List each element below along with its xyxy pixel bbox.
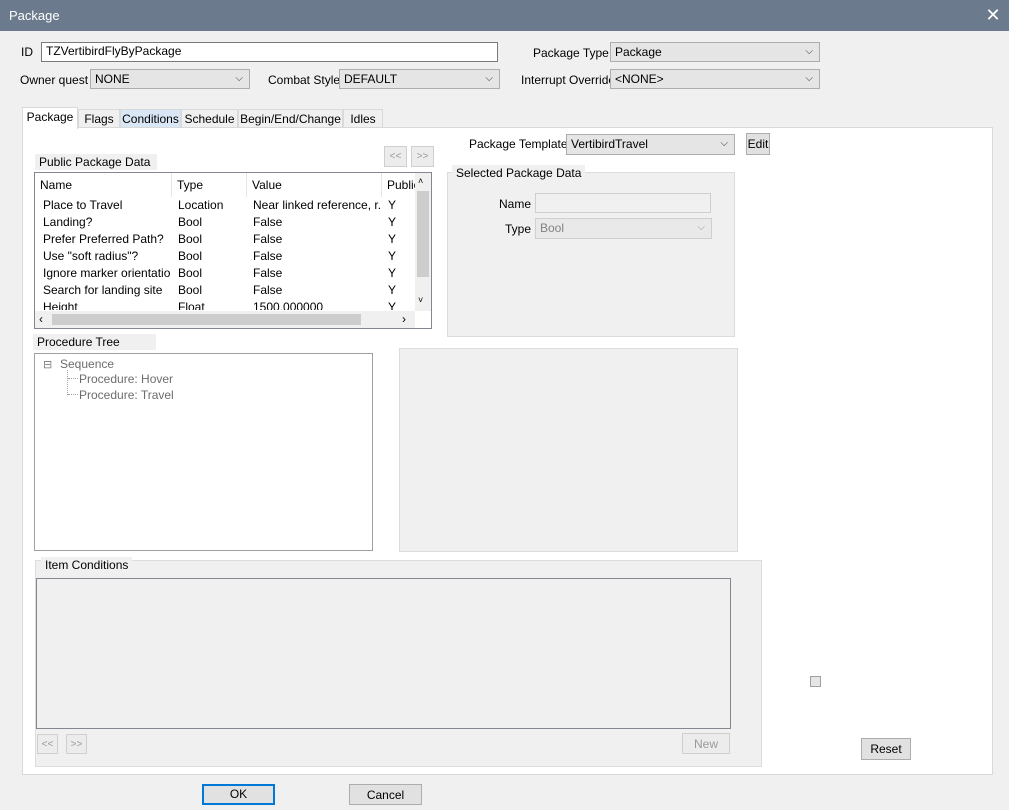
table-row[interactable]: Height Float 1500.000000 Y <box>35 299 415 310</box>
selected-name-label: Name <box>499 197 532 211</box>
interrupt-override-value: <NONE> <box>615 72 664 86</box>
tree-connector <box>67 370 68 395</box>
package-type-value: Package <box>615 45 662 59</box>
table-row[interactable]: Place to Travel Location Near linked ref… <box>35 197 415 214</box>
procedure-tree-title: Procedure Tree <box>33 334 156 350</box>
tab-package[interactable]: Package <box>22 107 78 129</box>
table-row[interactable]: Search for landing site Bool False Y <box>35 282 415 299</box>
public-data-prev-button[interactable]: << <box>384 146 407 167</box>
procedure-tree[interactable]: ⊟ Sequence Procedure: Hover Procedure: T… <box>34 353 373 551</box>
vertical-scrollbar[interactable]: ˄ ˅ <box>415 173 431 311</box>
selected-data-title: Selected Package Data <box>452 165 586 181</box>
scroll-up-icon[interactable]: ˄ <box>418 176 423 186</box>
tab-flags[interactable]: Flags <box>78 109 120 129</box>
id-field[interactable]: TZVertibirdFlyByPackage <box>41 42 498 62</box>
tree-connector <box>68 378 78 379</box>
selected-name-field <box>535 193 711 213</box>
procedure-detail-panel <box>399 348 738 552</box>
scrollbar-thumb[interactable] <box>417 191 429 277</box>
interrupt-override-label: Interrupt Override <box>521 73 616 87</box>
tree-connector <box>68 394 78 395</box>
checkbox[interactable] <box>810 676 821 687</box>
tree-node-travel[interactable]: Procedure: Travel <box>79 387 174 403</box>
selected-type-label: Type <box>505 222 532 236</box>
table-row[interactable]: Ignore marker orientation? Bool False Y <box>35 265 415 282</box>
package-template-label: Package Template <box>469 137 568 151</box>
column-header-public[interactable]: Public <box>382 173 416 197</box>
column-header-type[interactable]: Type <box>172 173 247 197</box>
chevron-down-icon: ⌵ <box>805 73 813 84</box>
owner-quest-select[interactable]: NONE ⌵ <box>90 69 250 89</box>
scrollbar-thumb[interactable] <box>52 314 361 325</box>
window-title: Package <box>0 0 1009 31</box>
interrupt-override-select[interactable]: <NONE> ⌵ <box>610 69 820 89</box>
table-row[interactable]: Prefer Preferred Path? Bool False Y <box>35 231 415 248</box>
tree-node-hover[interactable]: Procedure: Hover <box>79 371 173 387</box>
public-data-next-button[interactable]: >> <box>411 146 434 167</box>
tab-begin-end-change[interactable]: Begin/End/Change <box>238 109 343 129</box>
conditions-next-button[interactable]: >> <box>66 734 87 754</box>
close-icon[interactable]: ✕ <box>985 0 1001 31</box>
public-data-list[interactable]: Name Type Value Public Place to Travel L… <box>34 172 432 329</box>
tree-node-sequence[interactable]: Sequence <box>60 356 114 372</box>
tab-schedule[interactable]: Schedule <box>181 109 238 129</box>
tab-conditions[interactable]: Conditions <box>120 109 181 129</box>
ok-button[interactable]: OK <box>202 784 275 805</box>
table-row[interactable]: Use "soft radius"? Bool False Y <box>35 248 415 265</box>
combat-style-select[interactable]: DEFAULT ⌵ <box>339 69 500 89</box>
combat-style-value: DEFAULT <box>344 72 398 86</box>
column-header-value[interactable]: Value <box>247 173 382 197</box>
table-row[interactable]: Landing? Bool False Y <box>35 214 415 231</box>
scroll-down-icon[interactable]: ˅ <box>418 295 423 305</box>
chevron-down-icon: ⌵ <box>235 73 243 84</box>
reset-button[interactable]: Reset <box>861 738 911 760</box>
selected-type-value: Bool <box>540 221 565 235</box>
public-data-title: Public Package Data <box>35 154 157 170</box>
chevron-down-icon: ⌵ <box>697 222 705 233</box>
horizontal-scrollbar[interactable]: ‹ › <box>35 311 415 328</box>
id-label: ID <box>21 45 33 59</box>
package-template-value: VertibirdTravel <box>571 137 648 151</box>
scroll-right-icon[interactable]: › <box>402 312 406 326</box>
tab-idles[interactable]: Idles <box>343 109 383 129</box>
package-type-select[interactable]: Package ⌵ <box>610 42 820 62</box>
cancel-button[interactable]: Cancel <box>349 784 422 805</box>
scroll-left-icon[interactable]: ‹ <box>39 312 43 326</box>
chevron-down-icon: ⌵ <box>720 138 728 149</box>
chevron-down-icon: ⌵ <box>805 46 813 57</box>
new-condition-button[interactable]: New <box>682 733 730 754</box>
edit-template-button[interactable]: Edit <box>746 133 770 155</box>
package-type-label: Package Type <box>533 46 609 60</box>
column-header-name[interactable]: Name <box>35 173 172 197</box>
conditions-prev-button[interactable]: << <box>37 734 58 754</box>
collapse-icon[interactable]: ⊟ <box>43 358 52 371</box>
owner-quest-value: NONE <box>95 72 130 86</box>
combat-style-label: Combat Style <box>268 73 341 87</box>
selected-type-select: Bool ⌵ <box>535 218 712 239</box>
item-conditions-title: Item Conditions <box>41 557 133 573</box>
item-conditions-list[interactable] <box>36 578 731 729</box>
owner-quest-label: Owner quest <box>20 73 89 87</box>
chevron-down-icon: ⌵ <box>485 73 493 84</box>
package-template-select[interactable]: VertibirdTravel ⌵ <box>566 134 735 155</box>
